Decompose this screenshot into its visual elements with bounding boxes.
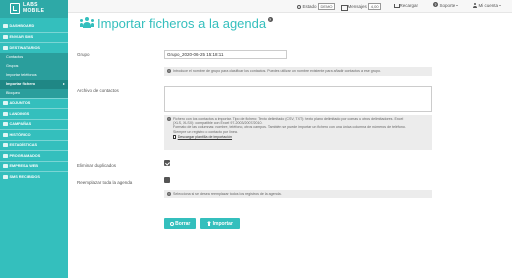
sidebar-menu: DASHBOARD ENVIAR SMS DESTINATARIOS Contacto… <box>0 21 68 182</box>
sidebar-item-label: DESTINATARIOS <box>9 45 40 50</box>
group-label: Grupo <box>77 52 90 57</box>
sidebar-item-label: ADJUNTOS <box>9 101 31 106</box>
sidebar-item-label: Grupos <box>6 64 19 68</box>
replace-agenda-help-text: Selecciona si se desea reemplazar todos … <box>173 191 282 196</box>
mail-icon <box>341 4 348 11</box>
sidebar-item[interactable]: ENVIAR SMS <box>0 31 68 43</box>
sidebar-item-label: Contactos <box>6 55 24 59</box>
sidebar-item-label: EMPRESA WEB <box>9 164 39 169</box>
account-menu[interactable]: Mi cuenta <box>472 3 502 8</box>
contacts-file-label: Archivo de contactos <box>77 88 119 93</box>
info-icon: ! <box>167 117 171 121</box>
landing-icon <box>3 111 8 116</box>
sidebar-item-label: Bloqueo <box>6 91 20 95</box>
sidebar-item[interactable]: PROGRAMADOS <box>0 150 68 161</box>
state-label: Estado <box>302 4 317 9</box>
support-label: Soporte <box>439 3 456 8</box>
messages-badge: 4,00 <box>368 3 382 10</box>
clear-icon <box>169 221 174 226</box>
attachment-icon <box>3 101 8 106</box>
info-icon: ! <box>167 69 171 73</box>
stats-icon <box>3 143 8 148</box>
download-template-link[interactable]: Descargar plantilla de importación <box>173 135 429 140</box>
user-icon <box>472 3 477 8</box>
import-button-label: Importar <box>212 220 233 227</box>
sidebar-item-label: DASHBOARD <box>9 24 35 29</box>
clear-button-label: Borrar <box>175 220 191 227</box>
sidebar-item[interactable]: SMS RECIBIDOS <box>0 171 68 182</box>
send-icon <box>3 35 8 40</box>
replace-agenda-help: ! Selecciona si se desea reemplazar todo… <box>164 190 432 198</box>
sidebar-item-label: Importar fichero <box>6 82 36 86</box>
import-button[interactable]: Importar <box>200 218 240 229</box>
recharge-link[interactable]: Recargar <box>393 3 418 8</box>
chevron-down-icon <box>499 5 502 6</box>
sidebar-item-label: ESTADÍSTICAS <box>9 143 38 148</box>
sidebar-item-label: CAMPAÑAS <box>9 122 32 127</box>
history-icon <box>3 132 8 137</box>
clear-button[interactable]: Borrar <box>164 218 196 229</box>
sidebar-item-label: HISTÓRICO <box>9 132 31 137</box>
group-help-text: Introduce el nombre de grupo para clasif… <box>173 68 381 73</box>
logo[interactable]: LABS MOBILE <box>0 0 68 18</box>
sidebar-item[interactable]: HISTÓRICO <box>0 129 68 140</box>
group-name-input[interactable]: Grupo_2020-06-25 15:18:11 <box>164 50 287 59</box>
sidebar-item-label: PROGRAMADOS <box>9 153 41 158</box>
help-line: Siempre un registro o contacto por línea… <box>173 129 238 134</box>
campaign-icon <box>3 122 8 127</box>
sidebar-item[interactable]: Bloqueo <box>0 88 68 98</box>
messages-balance: Mensajes 4,00 <box>341 3 382 11</box>
sidebar-item[interactable]: DESTINATARIOS <box>0 42 68 53</box>
sidebar-item-label: LANDINGS <box>9 111 30 116</box>
account-label: Mi cuenta <box>478 3 499 8</box>
web-icon <box>3 164 8 169</box>
cart-icon <box>393 3 400 8</box>
remove-duplicates-checkbox[interactable] <box>164 160 170 166</box>
top-bar: Estado DEMO Mensajes 4,00 Recargar Sopor… <box>0 0 512 13</box>
support-menu[interactable]: Soporte <box>433 2 459 8</box>
sidebar-item[interactable]: Contactos <box>0 52 68 62</box>
messages-label: Mensajes <box>347 4 367 9</box>
sidebar-item[interactable]: CAMPAÑAS <box>0 118 68 130</box>
chevron-down-icon <box>456 5 459 6</box>
sidebar-item[interactable]: Grupos <box>0 61 68 71</box>
download-template-label: Descargar plantilla de importación <box>177 135 233 140</box>
logo-mark-icon <box>10 3 20 14</box>
page-title-text: Importar ficheros a la agenda <box>97 16 267 31</box>
replace-agenda-label: Reemplazar toda la agenda <box>77 180 133 185</box>
dashboard-icon <box>3 24 8 29</box>
calendar-icon <box>3 153 8 158</box>
sidebar-item-label: Importar teléfonos <box>6 73 37 77</box>
inbox-icon <box>3 174 8 179</box>
state-badge: DEMO <box>318 3 336 10</box>
upload-icon <box>207 221 212 226</box>
sidebar-item[interactable]: Importar teléfonos <box>0 70 68 80</box>
document-icon <box>173 135 177 140</box>
sidebar-item[interactable]: DASHBOARD <box>0 21 68 32</box>
remove-duplicates-label: Eliminar duplicados <box>77 163 117 168</box>
sidebar-item[interactable]: EMPRESA WEB <box>0 160 68 172</box>
contacts-icon <box>3 45 8 50</box>
sidebar-item[interactable]: ESTADÍSTICAS <box>0 139 68 151</box>
sidebar-item[interactable]: LANDINGS <box>0 108 68 119</box>
page-title: Importar ficheros a la agenda ? <box>80 16 273 31</box>
sidebar-item-label: SMS RECIBIDOS <box>9 174 40 179</box>
group-help: ! Introduce el nombre de grupo para clas… <box>164 67 432 76</box>
info-icon: ! <box>167 192 171 196</box>
sidebar: LABS MOBILE DASHBOARD ENVIAR SMS DESTINATA… <box>0 0 68 278</box>
help-icon[interactable]: ? <box>267 17 273 22</box>
contacts-file-input[interactable] <box>164 86 432 112</box>
help-icon <box>433 2 438 8</box>
contacts-icon <box>80 17 94 29</box>
account-state: Estado DEMO <box>296 3 336 10</box>
sidebar-item[interactable]: ADJUNTOS <box>0 97 68 109</box>
logo-text: LABS MOBILE <box>23 2 45 14</box>
sidebar-item[interactable]: Importar fichero <box>0 79 68 89</box>
replace-agenda-checkbox[interactable] <box>164 177 170 183</box>
recharge-label: Recargar <box>399 3 419 8</box>
contacts-file-help: ! Fichero con los contactos a importar. … <box>164 115 432 150</box>
sidebar-item-label: ENVIAR SMS <box>9 35 34 40</box>
gear-icon <box>296 4 301 9</box>
